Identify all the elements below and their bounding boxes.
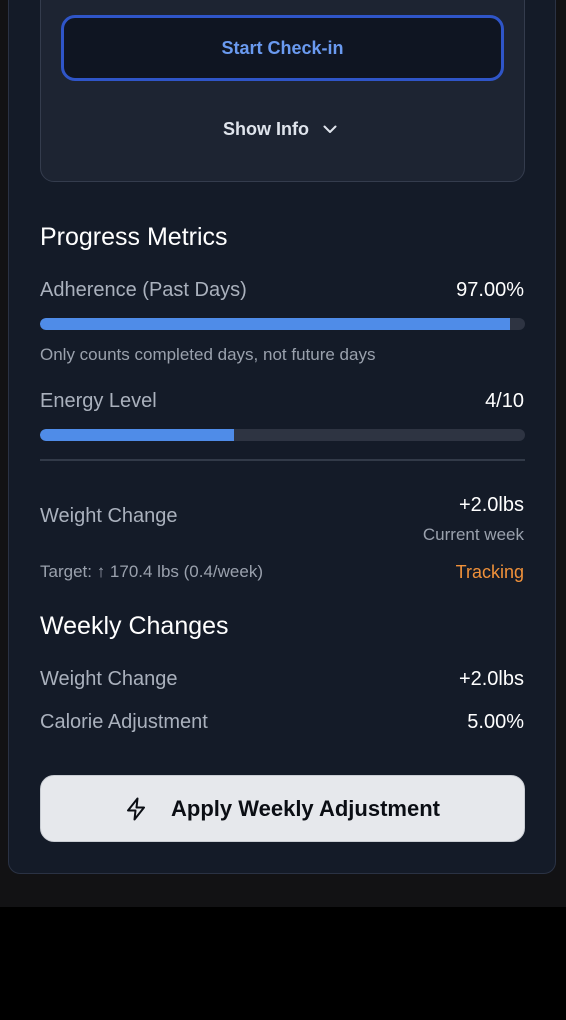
tracking-status: Tracking [455,562,524,582]
adherence-label: Adherence (Past Days) [40,279,247,301]
show-info-label: Show Info [223,118,309,139]
adherence-progress-fill [40,318,511,330]
calorie-adjustment-label: Calorie Adjustment [40,711,208,733]
weight-target: Target: ↑ 170.4 lbs (0.4/week) [40,562,264,581]
adherence-progress-bar [40,318,525,330]
energy-level-label: Energy Level [40,390,157,412]
weekly-weight-change-label: Weight Change [40,668,178,690]
lightning-bolt-icon [125,797,147,821]
divider [40,459,525,461]
energy-level-value: 4/10 [485,390,524,412]
weekly-weight-change-value: +2.0lbs [458,668,524,690]
energy-progress-bar [40,429,525,441]
weight-change-period: Current week [422,525,524,544]
chevron-down-icon [323,125,337,134]
calorie-adjustment-value: 5.00% [467,711,524,733]
energy-progress-fill [40,429,234,441]
weight-change-value: +2.0lbs [458,494,524,516]
show-info-toggle[interactable]: Show Info [200,114,360,144]
start-checkin-button[interactable]: Start Check-in [61,15,504,81]
weight-change-label: Weight Change [40,505,178,527]
start-checkin-label: Start Check-in [221,37,344,58]
adherence-value: 97.00% [456,279,524,301]
adherence-note: Only counts completed days, not future d… [40,345,376,364]
screen: Start Check-in Show Info Progress Metric… [0,0,566,1020]
apply-weekly-adjustment-label: Apply Weekly Adjustment [171,795,440,821]
weekly-changes-title: Weekly Changes [40,612,229,640]
apply-weekly-adjustment-button[interactable]: Apply Weekly Adjustment [40,775,525,842]
progress-metrics-title: Progress Metrics [40,223,228,251]
